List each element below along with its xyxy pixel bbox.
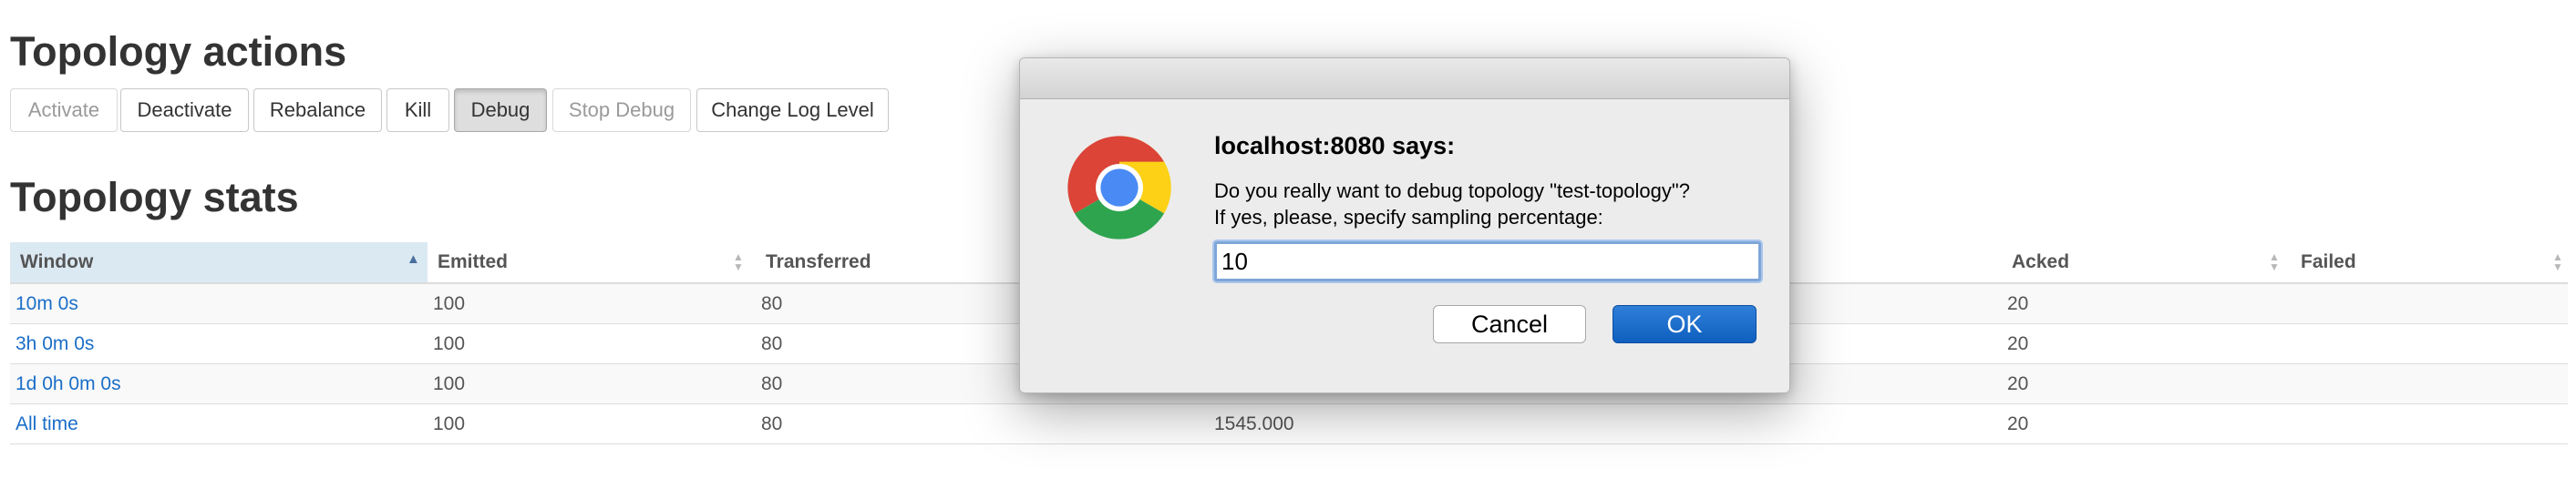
dialog-body: localhost:8080 says: Do you really want … <box>1020 99 1789 392</box>
window-link[interactable]: 10m 0s <box>10 284 78 323</box>
cancel-button[interactable]: Cancel <box>1433 305 1586 343</box>
dialog-heading: localhost:8080 says: <box>1214 132 1456 159</box>
dialog-message-line: Do you really want to debug topology "te… <box>1214 179 1690 202</box>
column-header-label: Acked <box>2012 251 2070 272</box>
acked-cell: 20 <box>2007 413 2029 434</box>
topology-stats-title: Topology stats <box>10 174 299 220</box>
stop-debug-button[interactable]: Stop Debug <box>552 88 691 132</box>
transferred-cell: 80 <box>761 373 783 394</box>
transferred-cell: 80 <box>761 413 783 434</box>
emitted-cell: 100 <box>433 373 466 394</box>
dialog-message: Do you really want to debug topology "te… <box>1214 178 1761 230</box>
transferred-cell: 80 <box>761 333 783 354</box>
dialog-titlebar[interactable] <box>1020 58 1789 99</box>
window-link[interactable]: All time <box>10 404 78 443</box>
sort-icon: ▲ ▼ <box>2552 250 2563 273</box>
acked-cell: 20 <box>2007 373 2029 394</box>
ok-button[interactable]: OK <box>1613 305 1757 343</box>
rebalance-button[interactable]: Rebalance <box>253 88 382 132</box>
column-header-label: Transferred <box>766 251 871 272</box>
acked-cell: 20 <box>2007 333 2029 354</box>
acked-cell: 20 <box>2007 293 2029 314</box>
table-row: All time 100 80 1545.000 20 <box>10 404 2568 444</box>
window-link[interactable]: 1d 0h 0m 0s <box>10 364 121 403</box>
emitted-cell: 100 <box>433 293 466 314</box>
column-header-label: Emitted <box>438 251 509 272</box>
activate-button[interactable]: Activate <box>10 88 118 132</box>
column-header-acked[interactable]: Acked ▲ ▼ <box>2002 242 2291 282</box>
transferred-cell: 80 <box>761 293 783 314</box>
kill-button[interactable]: Kill <box>386 88 449 132</box>
chrome-logo-icon <box>1067 136 1171 240</box>
column-header-label: Window <box>20 251 94 272</box>
debug-button[interactable]: Debug <box>454 88 547 132</box>
sort-icon: ▲ ▼ <box>733 250 744 273</box>
deactivate-button[interactable]: Deactivate <box>120 88 249 132</box>
column-header-failed[interactable]: Failed ▲ ▼ <box>2291 242 2568 282</box>
emitted-cell: 100 <box>433 333 466 354</box>
column-header-window[interactable]: Window ▲ <box>10 242 428 282</box>
sort-ascending-icon: ▲ <box>407 251 420 267</box>
emitted-cell: 100 <box>433 413 466 434</box>
column-header-emitted[interactable]: Emitted ▲ ▼ <box>428 242 756 282</box>
prompt-dialog: localhost:8080 says: Do you really want … <box>1019 57 1790 393</box>
window-link[interactable]: 3h 0m 0s <box>10 324 94 363</box>
column-header-label: Failed <box>2301 251 2356 272</box>
topology-actions-title: Topology actions <box>10 28 347 75</box>
dialog-message-line: If yes, please, specify sampling percent… <box>1214 206 1603 229</box>
latency-cell: 1545.000 <box>1214 413 1294 434</box>
sampling-percentage-input[interactable] <box>1214 241 1761 281</box>
sort-icon: ▲ ▼ <box>2269 250 2280 273</box>
change-log-level-button[interactable]: Change Log Level <box>696 88 889 132</box>
